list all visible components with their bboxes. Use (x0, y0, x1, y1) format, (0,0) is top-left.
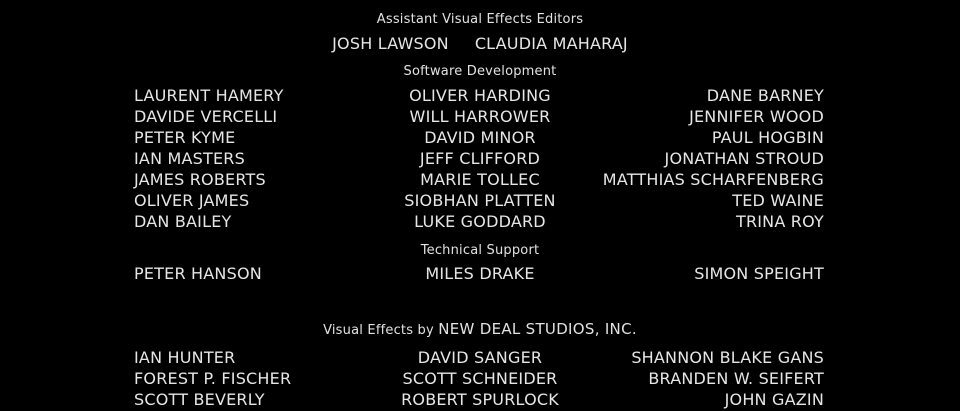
section-heading: Assistant Visual Effects Editors (376, 12, 584, 27)
credit-name: JOSH LAWSON (332, 34, 449, 53)
credit-name: OLIVER HARDING (409, 86, 551, 105)
credit-row: IAN MASTERS JEFF CLIFFORD JONATHAN STROU… (0, 149, 960, 170)
section-heading-prefix: Visual Effects by (323, 323, 434, 338)
credit-row: FOREST P. FISCHER SCOTT SCHNEIDER BRANDE… (0, 369, 960, 390)
studio-name: NEW DEAL STUDIOS, INC. (438, 320, 637, 338)
credit-name: DAVID MINOR (424, 128, 536, 147)
credit-name: IAN HUNTER (134, 348, 236, 367)
credit-name: DANE BARNEY (706, 86, 824, 105)
credit-name: PETER KYME (134, 128, 236, 147)
credit-row: LAURENT HAMERY OLIVER HARDING DANE BARNE… (0, 86, 960, 107)
credits-screen: Assistant Visual Effects Editors JOSH LA… (0, 0, 960, 409)
credit-name: TRINA ROY (735, 212, 824, 231)
credit-name: CLAUDIA MAHARAJ (474, 34, 628, 53)
credit-name: DAVID SANGER (417, 348, 543, 367)
credit-name: MARIE TOLLEC (420, 170, 540, 189)
credit-row: SCOTT BEVERLY ROBERT SPURLOCK JOHN GAZIN (0, 390, 960, 411)
credit-name: SIOBHAN PLATTEN (404, 191, 556, 210)
credit-row: JAMES ROBERTS MARIE TOLLEC MATTHIAS SCHA… (0, 170, 960, 191)
credit-name: SCOTT SCHNEIDER (402, 369, 558, 388)
credit-name: SIMON SPEIGHT (694, 264, 824, 283)
credit-name: IAN MASTERS (134, 149, 245, 168)
credit-name: WILL HARROWER (409, 107, 551, 126)
credit-name: JONATHAN STROUD (664, 149, 824, 168)
credit-name: BRANDEN W. SEIFERT (648, 369, 824, 388)
section-heading: Technical Support (420, 243, 540, 258)
credit-name: FOREST P. FISCHER (134, 369, 292, 388)
credit-row: DAN BAILEY LUKE GODDARD TRINA ROY (0, 212, 960, 233)
credit-name: MATTHIAS SCHARFENBERG (602, 170, 824, 189)
credit-row: OLIVER JAMES SIOBHAN PLATTEN TED WAINE (0, 191, 960, 212)
credit-name: JENNIFER WOOD (689, 107, 824, 126)
credit-name: OLIVER JAMES (134, 191, 250, 210)
credit-name: PETER HANSON (134, 264, 262, 283)
credit-pair: JOSH LAWSON CLAUDIA MAHARAJ (0, 34, 960, 53)
section-heading: Visual Effects by NEW DEAL STUDIOS, INC. (0, 320, 960, 338)
credit-name: LAURENT HAMERY (134, 86, 284, 105)
credit-name: JEFF CLIFFORD (419, 149, 541, 168)
credit-name: DAN BAILEY (134, 212, 232, 231)
credit-row: PETER KYME DAVID MINOR PAUL HOGBIN (0, 128, 960, 149)
section-heading: Software Development (403, 64, 557, 79)
credit-row: DAVIDE VERCELLI WILL HARROWER JENNIFER W… (0, 107, 960, 128)
credit-row: IAN HUNTER DAVID SANGER SHANNON BLAKE GA… (0, 348, 960, 369)
credit-name: DAVIDE VERCELLI (134, 107, 278, 126)
credit-name: MILES DRAKE (425, 264, 535, 283)
credit-name: LUKE GODDARD (414, 212, 546, 231)
credit-row: PETER HANSON MILES DRAKE SIMON SPEIGHT (0, 264, 960, 285)
credit-name: TED WAINE (732, 191, 824, 210)
credit-name: JAMES ROBERTS (134, 170, 266, 189)
credit-name: PAUL HOGBIN (711, 128, 824, 147)
credit-name: SHANNON BLAKE GANS (631, 348, 824, 367)
